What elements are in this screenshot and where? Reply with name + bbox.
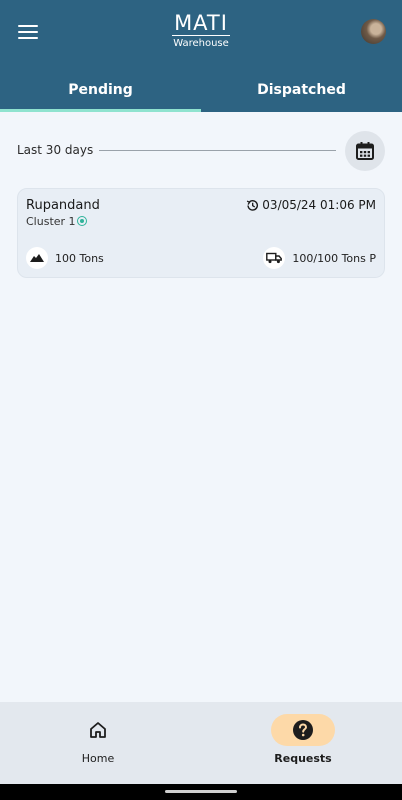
calendar-button[interactable] xyxy=(345,131,385,171)
app-bar: MATI Warehouse Pending Dispatched xyxy=(0,0,402,112)
app-logo: MATI Warehouse xyxy=(150,12,252,51)
bottom-navigation: Home Requests xyxy=(0,702,402,784)
quantity-text: 100 Tons xyxy=(55,251,104,265)
request-cluster: Cluster 1 xyxy=(26,215,87,228)
active-tab-indicator xyxy=(0,109,201,112)
help-circle-icon xyxy=(293,720,313,740)
requests-icon-wrap xyxy=(271,714,335,746)
truck-icon xyxy=(263,247,286,269)
gesture-handle[interactable] xyxy=(165,790,237,793)
cluster-label: Cluster 1 xyxy=(26,215,76,228)
datetime-text: 03/05/24 01:06 PM xyxy=(262,198,376,212)
history-icon xyxy=(247,199,259,211)
system-nav-bar xyxy=(0,784,402,800)
logo-sub: Warehouse xyxy=(173,38,229,49)
home-icon-wrap xyxy=(66,714,130,746)
filter-divider xyxy=(99,150,336,151)
tab-dispatched[interactable]: Dispatched xyxy=(201,72,402,108)
nav-home[interactable]: Home xyxy=(38,714,158,765)
request-datetime: 03/05/24 01:06 PM xyxy=(246,198,376,212)
logo-main: MATI xyxy=(172,11,230,36)
quantity-stat: 100 Tons xyxy=(26,247,104,269)
request-title: Rupandand xyxy=(26,198,100,213)
home-icon xyxy=(90,722,106,738)
nav-requests[interactable]: Requests xyxy=(243,714,363,765)
nav-home-label: Home xyxy=(81,752,115,765)
menu-icon[interactable] xyxy=(18,24,38,40)
dispatch-stat: 100/100 Tons P xyxy=(263,247,376,269)
calendar-icon xyxy=(356,142,374,160)
tab-pending[interactable]: Pending xyxy=(0,72,201,108)
cluster-icon xyxy=(76,216,87,226)
avatar[interactable] xyxy=(361,19,386,44)
mound-icon xyxy=(26,247,48,269)
request-card[interactable]: Rupandand Cluster 1 03/05/24 01:06 PM 10… xyxy=(17,188,385,278)
dispatch-text: 100/100 Tons P xyxy=(292,251,376,265)
nav-requests-label: Requests xyxy=(274,752,332,765)
date-range-label: Last 30 days xyxy=(17,143,94,157)
